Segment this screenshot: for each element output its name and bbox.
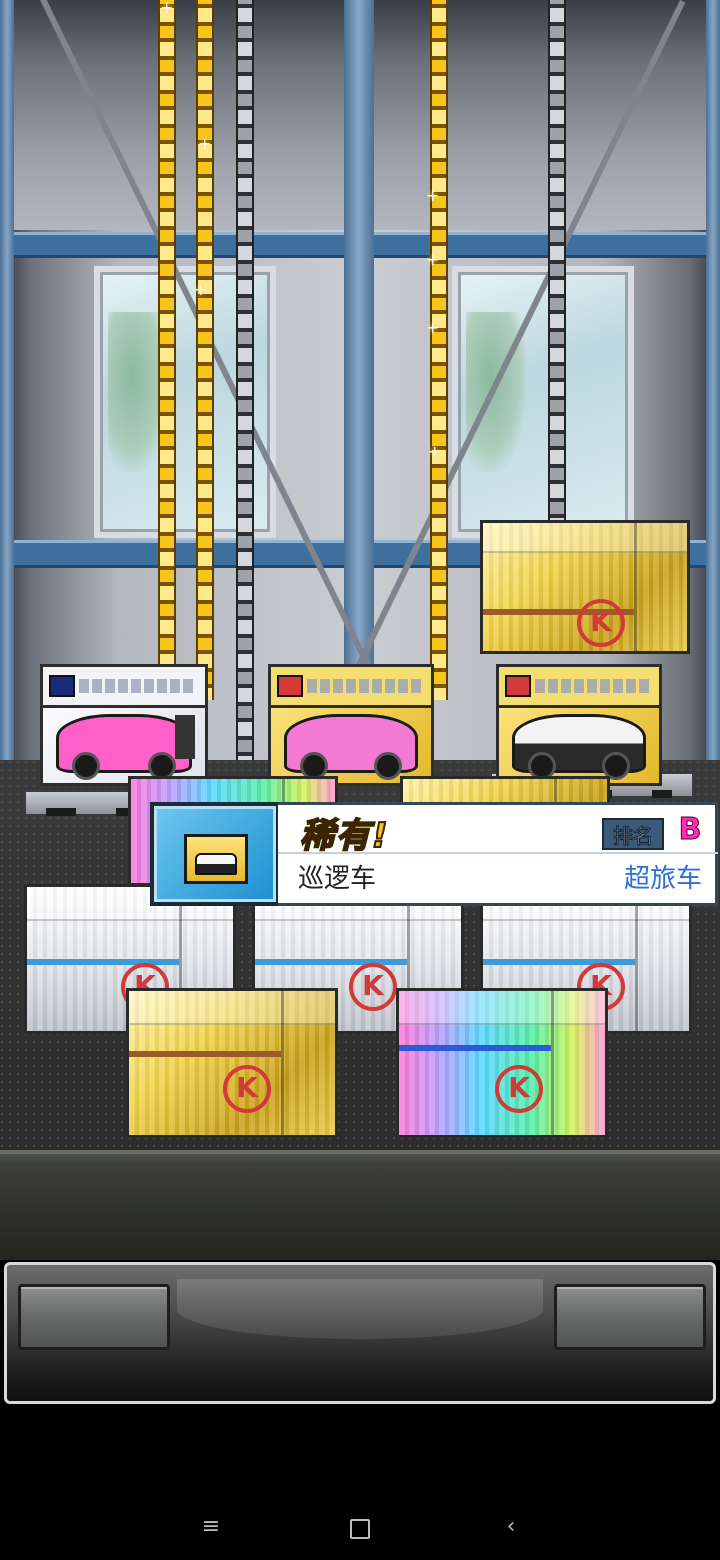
floor-ledge — [0, 1150, 720, 1260]
rainbow-container[interactable] — [396, 988, 608, 1138]
gold-container[interactable] — [480, 520, 690, 654]
sparkle-icon: + — [428, 442, 442, 461]
panel-highlight — [177, 1279, 543, 1339]
home-icon[interactable] — [350, 1519, 370, 1539]
patrol-car-box-icon — [184, 834, 248, 884]
back-icon[interactable]: ‹ — [496, 1514, 526, 1540]
steel-pillar — [0, 0, 14, 770]
sparkle-icon: + — [426, 250, 440, 269]
sparkle-icon: + — [426, 186, 440, 205]
rank-label: 排名 — [602, 818, 664, 850]
item-category: 超旅车 — [623, 864, 702, 894]
rank-badge: B — [674, 811, 706, 847]
sparkle-icon: + — [426, 318, 440, 337]
menu-icon[interactable]: ≡ — [196, 1514, 226, 1540]
gold-chain — [158, 0, 176, 700]
right-button[interactable] — [554, 1284, 706, 1350]
left-button[interactable] — [18, 1284, 170, 1350]
prize-box-buggy-car[interactable] — [268, 664, 434, 786]
rarity-label: 稀有! — [299, 815, 390, 857]
sparkle-icon: + — [198, 134, 212, 153]
prize-thumbnail — [150, 802, 280, 906]
prize-box-patrol-car[interactable] — [496, 664, 662, 786]
steel-chain — [548, 0, 566, 530]
steel-chain — [236, 0, 254, 760]
steel-pillar — [706, 0, 720, 770]
sparkle-icon: + — [160, 0, 174, 17]
gold-chain — [196, 0, 214, 700]
item-name: 巡逻车 — [298, 864, 377, 894]
sparkle-icon: + — [194, 280, 208, 299]
gold-chain — [430, 0, 448, 700]
game-scene: + + + + + + + K K K K K K 稀有! 排名 B 巡逻车 超… — [0, 0, 720, 1260]
gold-container[interactable] — [126, 988, 338, 1138]
warehouse-window — [452, 266, 634, 538]
prize-box-formula-car[interactable] — [40, 664, 208, 786]
